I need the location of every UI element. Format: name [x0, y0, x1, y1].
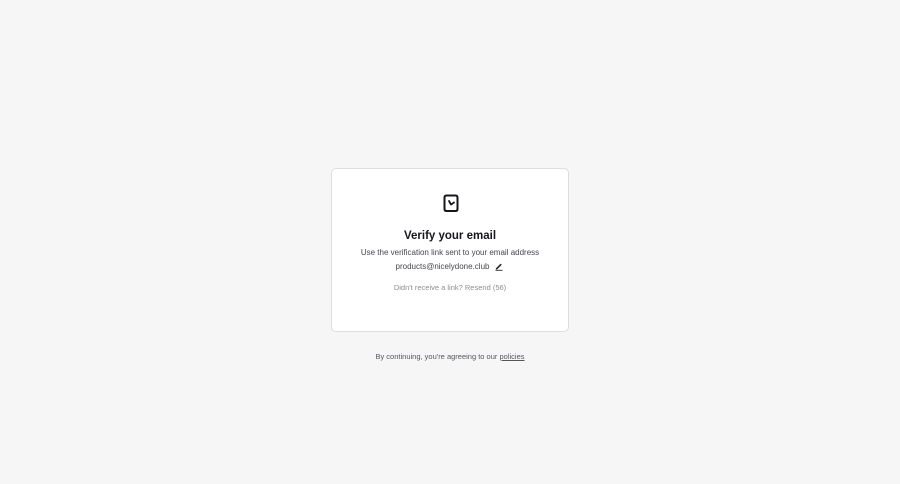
email-address: products@nicelydone.club — [395, 261, 490, 271]
email-row: products@nicelydone.club — [332, 261, 568, 271]
policies-link[interactable]: policies — [500, 352, 525, 361]
policy-notice: By continuing, you're agreeing to our po… — [0, 352, 900, 361]
resend-row: Didn't receive a link? Resend (56) — [332, 283, 568, 292]
pencil-edit-icon[interactable] — [494, 261, 504, 271]
policy-notice-text: By continuing, you're agreeing to our — [375, 352, 498, 361]
page-title: Verify your email — [403, 230, 497, 242]
verification-instructions: Use the verification link sent to your e… — [360, 248, 540, 257]
resend-prompt: Didn't receive a link? — [393, 283, 463, 292]
resend-button[interactable]: Resend (56) — [465, 283, 506, 292]
verify-email-card: Verify your email Use the verification l… — [331, 168, 569, 332]
brand-logo-icon — [441, 193, 461, 213]
